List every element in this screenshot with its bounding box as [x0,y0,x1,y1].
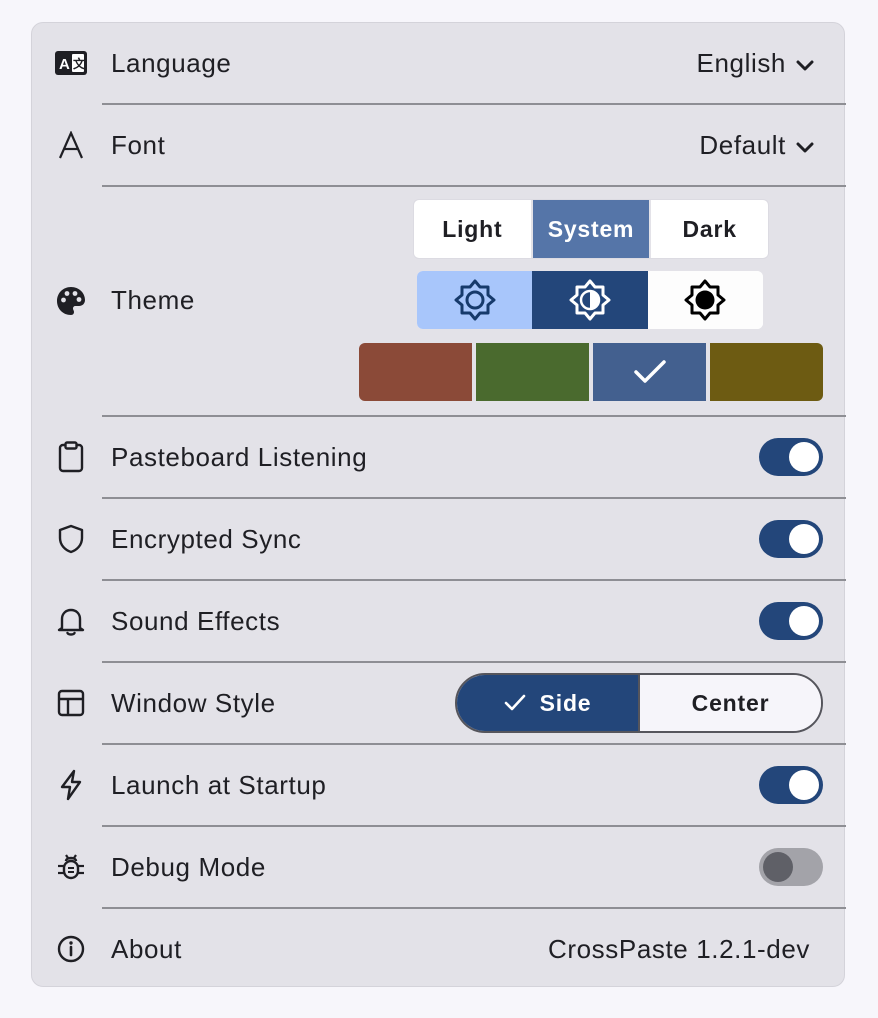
pasteboard-listening-toggle[interactable] [759,438,823,476]
toggle-knob [789,442,819,472]
clipboard-icon [54,440,88,474]
encrypted-sync-label: Encrypted Sync [111,523,302,554]
language-label: Language [111,47,232,78]
theme-light-option[interactable]: Light [414,200,531,258]
encrypted-sync-row: Encrypted Sync [32,499,846,579]
font-icon [54,128,88,162]
sound-effects-toggle[interactable] [759,602,823,640]
theme-system-option[interactable]: System [532,200,650,258]
palette-icon [54,284,88,318]
pasteboard-listening-row: Pasteboard Listening [32,417,846,497]
launch-at-startup-label: Launch at Startup [111,769,327,800]
language-row[interactable]: A 文 Language English [32,23,846,103]
brightness-light-icon [454,279,496,321]
app-version: CrossPaste 1.2.1-dev [547,933,810,964]
bug-icon [54,850,88,884]
chevron-down-icon [796,48,814,79]
debug-mode-label: Debug Mode [111,851,266,882]
toggle-knob [789,524,819,554]
svg-text:A: A [59,56,70,73]
light-mode-button[interactable] [417,271,533,329]
debug-mode-toggle[interactable] [759,848,823,886]
chevron-down-icon [796,130,814,161]
check-icon [504,694,525,711]
pasteboard-listening-label: Pasteboard Listening [111,441,368,472]
window-style-center-option[interactable]: Center [638,675,821,731]
launch-at-startup-row: Launch at Startup [32,745,846,825]
theme-mode-icons [417,271,763,329]
font-dropdown[interactable]: Default [699,130,814,161]
language-value: English [696,47,786,78]
dark-mode-button[interactable] [647,271,763,329]
encrypted-sync-toggle[interactable] [759,520,823,558]
center-label: Center [691,689,770,716]
window-style-selector: Side Center [455,673,823,733]
launch-at-startup-toggle[interactable] [759,766,823,804]
brightness-auto-icon [569,279,611,321]
sound-effects-label: Sound Effects [111,605,281,636]
shield-icon [54,522,88,556]
brightness-dark-icon [684,279,726,321]
svg-text:文: 文 [73,56,86,71]
theme-label: Theme [111,285,195,315]
about-label: About [111,933,182,964]
system-mode-button[interactable] [532,271,648,329]
theme-color-swatches [359,343,823,401]
side-label: Side [539,689,592,716]
toggle-knob [789,606,819,636]
color-swatch-olive[interactable] [710,343,823,401]
check-icon [633,360,666,383]
language-dropdown[interactable]: English [697,48,814,79]
lightning-icon [54,768,88,802]
settings-panel: A 文 Language English Font Default Theme … [31,22,846,989]
toggle-knob [789,770,819,800]
font-value: Default [699,129,786,160]
color-swatch-red[interactable] [359,343,472,401]
window-style-side-option[interactable]: Side [457,675,638,731]
layout-icon [54,686,88,720]
sound-effects-row: Sound Effects [32,581,846,661]
color-swatch-green[interactable] [476,343,589,401]
toggle-knob [763,852,793,882]
theme-dark-option[interactable]: Dark [651,200,768,258]
info-icon [54,932,88,966]
color-swatch-blue[interactable] [593,343,706,401]
translate-icon: A 文 [54,46,88,80]
about-row[interactable]: About CrossPaste 1.2.1-dev [32,909,846,989]
debug-mode-row: Debug Mode [32,827,846,907]
window-style-label: Window Style [111,687,276,718]
font-label: Font [111,129,166,160]
bell-icon [54,604,88,638]
font-row[interactable]: Font Default [32,105,846,185]
theme-mode-selector: Light System Dark [413,199,769,259]
